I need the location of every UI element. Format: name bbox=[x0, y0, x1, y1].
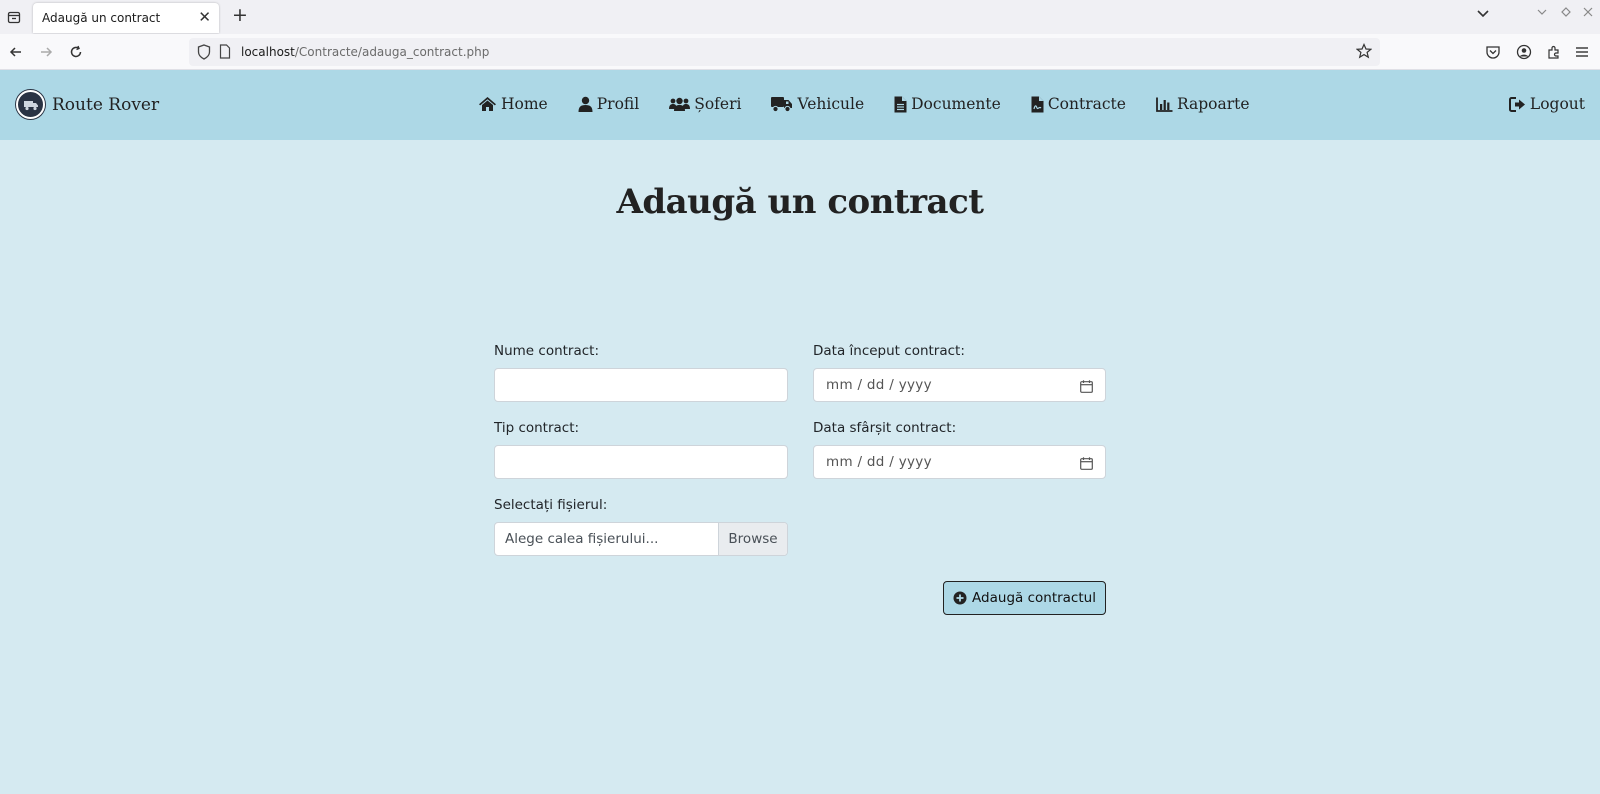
start-date-placeholder: mm / dd / yyyy bbox=[826, 377, 932, 393]
url-text[interactable]: localhost/Contracte/adauga_contract.php bbox=[241, 45, 489, 59]
site-navbar: Route Rover Home Profil Șoferi Vehicule … bbox=[0, 70, 1600, 140]
extensions-icon[interactable] bbox=[1545, 43, 1563, 61]
page-info-icon[interactable] bbox=[219, 44, 231, 63]
contract-type-input[interactable] bbox=[494, 445, 788, 479]
contract-icon bbox=[1031, 96, 1044, 112]
address-bar[interactable]: localhost/Contracte/adauga_contract.php bbox=[189, 38, 1380, 66]
brand-link[interactable]: Route Rover bbox=[16, 90, 159, 119]
truck-icon bbox=[771, 97, 793, 112]
end-date-label: Data sfârșit contract: bbox=[813, 420, 957, 436]
file-input[interactable]: Alege calea fișierului... Browse bbox=[494, 522, 788, 556]
browser-toolbar: localhost/Contracte/adauga_contract.php bbox=[0, 34, 1600, 70]
contract-name-label: Nume contract: bbox=[494, 343, 600, 359]
menu-item-home[interactable]: Home bbox=[478, 95, 548, 113]
add-contract-label: Adaugă contractul bbox=[972, 590, 1096, 606]
browser-tab-active[interactable]: Adaugă un contract ✕ bbox=[33, 3, 219, 33]
page-title: Adaugă un contract bbox=[616, 182, 984, 222]
menu-item-label: Șoferi bbox=[694, 95, 742, 113]
end-date-placeholder: mm / dd / yyyy bbox=[826, 454, 932, 470]
menu-item-vehicule[interactable]: Vehicule bbox=[771, 95, 864, 113]
users-icon bbox=[669, 97, 691, 111]
add-contract-button[interactable]: Adaugă contractul bbox=[943, 581, 1106, 615]
calendar-icon[interactable] bbox=[1080, 378, 1093, 397]
menu-hamburger-icon[interactable] bbox=[1573, 43, 1591, 61]
start-date-label: Data început contract: bbox=[813, 343, 965, 359]
menu-item-label: Documente bbox=[911, 95, 1001, 113]
menu-item-documente[interactable]: Documente bbox=[894, 95, 1001, 113]
tab-list-icon[interactable] bbox=[4, 7, 24, 27]
chart-icon bbox=[1156, 97, 1173, 112]
close-window-icon[interactable] bbox=[1582, 6, 1594, 21]
contract-name-input[interactable] bbox=[494, 368, 788, 402]
file-placeholder: Alege calea fișierului... bbox=[505, 531, 659, 547]
browse-button[interactable]: Browse bbox=[718, 523, 787, 555]
menu-item-label: Contracte bbox=[1047, 95, 1126, 113]
url-path: /Contracte/adauga_contract.php bbox=[294, 45, 490, 59]
close-tab-icon[interactable]: ✕ bbox=[198, 8, 211, 26]
minimize-icon[interactable] bbox=[1536, 6, 1548, 21]
logout-icon bbox=[1508, 96, 1525, 112]
file-icon bbox=[894, 96, 907, 112]
pocket-icon[interactable] bbox=[1484, 43, 1502, 61]
maximize-icon[interactable] bbox=[1560, 6, 1572, 21]
menu-item-soferi[interactable]: Șoferi bbox=[669, 95, 741, 113]
start-date-input[interactable]: mm / dd / yyyy bbox=[813, 368, 1106, 402]
menu-item-contracte[interactable]: Contracte bbox=[1031, 95, 1126, 113]
menu-item-label: Vehicule bbox=[797, 95, 865, 113]
back-icon[interactable] bbox=[6, 42, 26, 62]
brand-name: Route Rover bbox=[52, 94, 160, 115]
menu-item-profil[interactable]: Profil bbox=[578, 95, 639, 113]
end-date-input[interactable]: mm / dd / yyyy bbox=[813, 445, 1106, 479]
account-icon[interactable] bbox=[1515, 43, 1533, 61]
browser-tab-bar: Adaugă un contract ✕ + bbox=[0, 0, 1600, 34]
main-menu: Home Profil Șoferi Vehicule Documente Co… bbox=[478, 95, 1280, 113]
user-icon bbox=[578, 96, 593, 112]
contract-type-label: Tip contract: bbox=[494, 420, 580, 436]
logout-label: Logout bbox=[1529, 95, 1585, 113]
home-icon bbox=[479, 97, 496, 111]
bookmark-star-icon[interactable] bbox=[1355, 43, 1373, 63]
shield-icon[interactable] bbox=[197, 44, 211, 64]
menu-item-rapoarte[interactable]: Rapoarte bbox=[1156, 95, 1250, 113]
plus-circle-icon bbox=[953, 591, 967, 605]
calendar-icon[interactable] bbox=[1080, 455, 1093, 474]
forward-icon[interactable] bbox=[36, 42, 56, 62]
brand-logo bbox=[16, 90, 45, 119]
reload-icon[interactable] bbox=[66, 42, 86, 62]
tab-title: Adaugă un contract bbox=[42, 11, 161, 25]
file-label: Selectați fișierul: bbox=[494, 497, 608, 513]
new-tab-icon[interactable]: + bbox=[232, 5, 248, 25]
url-host: localhost bbox=[241, 45, 295, 59]
logout-link[interactable]: Logout bbox=[1508, 95, 1585, 113]
menu-item-label: Rapoarte bbox=[1176, 95, 1250, 113]
tab-overflow-chevron-icon[interactable] bbox=[1476, 6, 1490, 23]
menu-item-label: Profil bbox=[596, 95, 640, 113]
menu-item-label: Home bbox=[501, 95, 548, 113]
